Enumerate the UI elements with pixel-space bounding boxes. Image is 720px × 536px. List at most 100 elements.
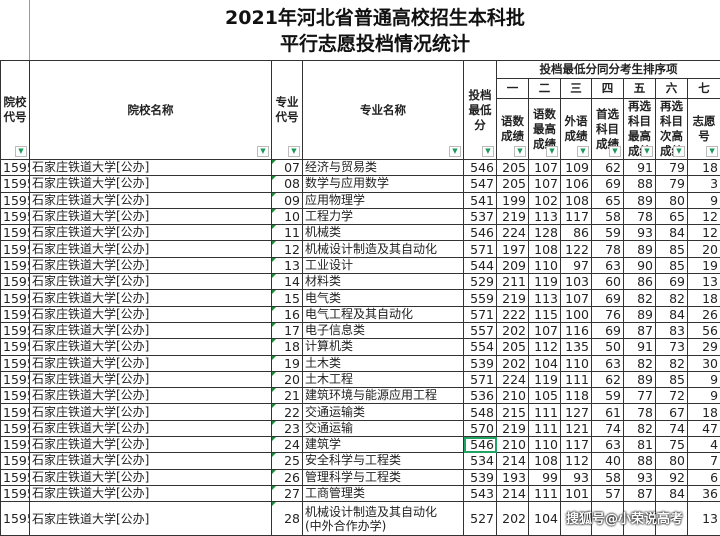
table-cell[interactable]: 557 [464, 322, 497, 338]
table-cell[interactable]: 536 [464, 388, 497, 404]
table-cell[interactable]: 63 [592, 437, 624, 453]
header-min-score[interactable]: 投档最低分▼ [464, 61, 497, 160]
table-cell[interactable]: 石家庄铁道大学[公办] [30, 160, 272, 176]
table-cell[interactable]: 135 [561, 339, 592, 355]
table-cell[interactable]: 26 [688, 306, 720, 322]
table-cell[interactable]: 72 [656, 388, 688, 404]
table-cell[interactable]: 09 [272, 192, 303, 208]
table-cell[interactable]: 12 [272, 241, 303, 257]
table-cell[interactable]: 6 [688, 469, 720, 485]
table-cell[interactable]: 18 [688, 160, 720, 176]
table-cell[interactable]: 86 [624, 274, 656, 290]
table-cell[interactable]: 18 [688, 404, 720, 420]
filter-dropdown-icon[interactable]: ▼ [257, 146, 269, 157]
table-cell[interactable]: 1595 [1, 225, 30, 241]
header-major-name[interactable]: 专业名称▼ [303, 61, 464, 160]
table-cell[interactable]: 224 [497, 225, 529, 241]
table-cell[interactable]: 1595 [1, 420, 30, 436]
table-cell[interactable]: 1595 [1, 322, 30, 338]
table-cell[interactable]: 127 [561, 404, 592, 420]
table-cell[interactable]: 石家庄铁道大学[公办] [30, 176, 272, 192]
table-cell[interactable]: 546 [464, 160, 497, 176]
table-cell[interactable]: 87 [624, 322, 656, 338]
table-cell[interactable]: 93 [561, 469, 592, 485]
table-cell[interactable]: 26 [272, 469, 303, 485]
table-cell[interactable]: 115 [529, 306, 561, 322]
table-cell[interactable]: 108 [529, 241, 561, 257]
table-cell[interactable]: 210 [497, 388, 529, 404]
table-cell[interactable]: 17 [272, 322, 303, 338]
table-cell[interactable]: 19 [272, 355, 303, 371]
table-cell[interactable]: 199 [497, 192, 529, 208]
table-cell[interactable]: 105 [529, 388, 561, 404]
table-cell[interactable]: 1595 [1, 453, 30, 469]
table-cell[interactable]: 土木工程 [303, 371, 464, 387]
table-cell[interactable]: 61 [592, 404, 624, 420]
table-cell[interactable]: 77 [624, 388, 656, 404]
table-cell[interactable]: 111 [529, 485, 561, 501]
table-cell[interactable]: 69 [592, 290, 624, 306]
table-cell[interactable]: 69 [656, 274, 688, 290]
table-cell[interactable]: 78 [624, 208, 656, 224]
tiebreak-header-7[interactable]: 志愿号▼ [688, 99, 720, 160]
table-cell[interactable]: 应用物理学 [303, 192, 464, 208]
table-cell[interactable]: 28 [272, 502, 303, 536]
table-cell[interactable]: 215 [497, 404, 529, 420]
table-cell[interactable]: 63 [592, 257, 624, 273]
table-cell[interactable]: 19 [688, 257, 720, 273]
table-cell[interactable]: 103 [561, 274, 592, 290]
table-cell[interactable]: 82 [656, 290, 688, 306]
table-cell[interactable]: 79 [656, 176, 688, 192]
table-cell[interactable]: 86 [561, 225, 592, 241]
table-cell[interactable]: 202 [497, 355, 529, 371]
filter-dropdown-icon[interactable]: ▼ [449, 146, 461, 157]
table-cell[interactable]: 建筑环境与能源应用工程 [303, 388, 464, 404]
table-cell[interactable]: 69 [592, 322, 624, 338]
table-cell[interactable]: 102 [529, 192, 561, 208]
table-cell[interactable]: 1595 [1, 257, 30, 273]
table-cell[interactable]: 安全科学与工程类 [303, 453, 464, 469]
table-cell[interactable]: 85 [656, 241, 688, 257]
table-cell[interactable]: 59 [592, 388, 624, 404]
table-cell[interactable]: 107 [529, 322, 561, 338]
table-cell[interactable]: 22 [272, 404, 303, 420]
table-cell[interactable]: 546 [464, 437, 497, 453]
table-cell[interactable]: 539 [464, 469, 497, 485]
table-cell[interactable]: 1595 [1, 404, 30, 420]
table-cell[interactable]: 13 [688, 502, 720, 536]
table-cell[interactable]: 10 [272, 208, 303, 224]
table-cell[interactable]: 571 [464, 241, 497, 257]
table-cell[interactable]: 79 [656, 160, 688, 176]
table-cell[interactable]: 29 [688, 339, 720, 355]
table-cell[interactable]: 211 [497, 274, 529, 290]
table-cell[interactable]: 石家庄铁道大学[公办] [30, 420, 272, 436]
table-cell[interactable]: 石家庄铁道大学[公办] [30, 225, 272, 241]
table-cell[interactable]: 1595 [1, 274, 30, 290]
table-cell[interactable]: 60 [592, 274, 624, 290]
table-cell[interactable]: 81 [624, 437, 656, 453]
table-cell[interactable]: 80 [656, 453, 688, 469]
table-cell[interactable]: 20 [272, 371, 303, 387]
table-cell[interactable]: 14 [272, 274, 303, 290]
tiebreak-header-1[interactable]: 语数成绩▼ [497, 99, 529, 160]
table-cell[interactable]: 92 [656, 469, 688, 485]
table-cell[interactable]: 石家庄铁道大学[公办] [30, 192, 272, 208]
table-cell[interactable]: 543 [464, 485, 497, 501]
table-cell[interactable]: 58 [592, 469, 624, 485]
table-cell[interactable]: 202 [497, 502, 529, 536]
filter-dropdown-icon[interactable]: ▼ [641, 146, 653, 157]
table-cell[interactable]: 546 [464, 225, 497, 241]
table-cell[interactable]: 石家庄铁道大学[公办] [30, 371, 272, 387]
table-cell[interactable]: 12 [688, 225, 720, 241]
table-cell[interactable]: 1595 [1, 469, 30, 485]
table-cell[interactable]: 机械设计制造及其自动化(中外合作办学) [303, 502, 464, 536]
table-cell[interactable]: 82 [624, 420, 656, 436]
table-cell[interactable]: 1595 [1, 502, 30, 536]
table-cell[interactable]: 117 [561, 437, 592, 453]
table-cell[interactable]: 数学与应用数学 [303, 176, 464, 192]
table-cell[interactable]: 石家庄铁道大学[公办] [30, 339, 272, 355]
table-cell[interactable]: 84 [656, 225, 688, 241]
tiebreak-header-3[interactable]: 外语成绩▼ [561, 99, 592, 160]
table-cell[interactable]: 电子信息类 [303, 322, 464, 338]
table-cell[interactable]: 110 [561, 355, 592, 371]
